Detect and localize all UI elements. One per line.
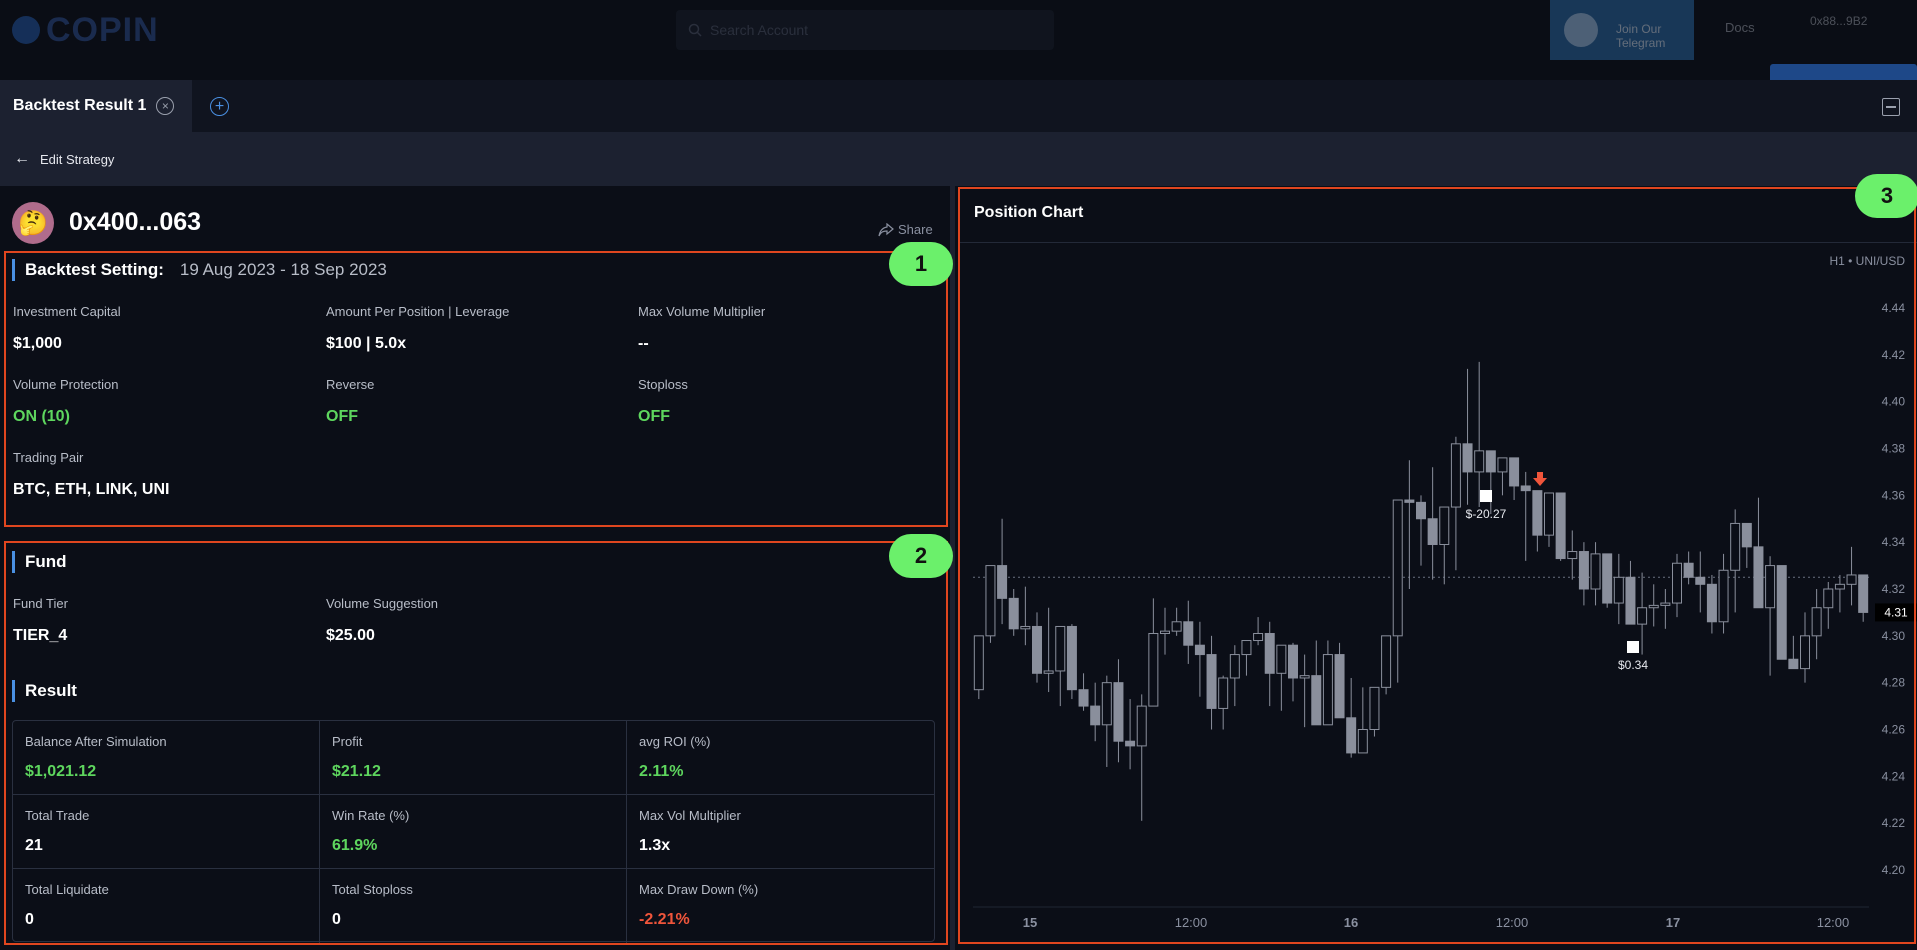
header-action-button [1770, 64, 1917, 80]
result-label: Win Rate (%) [332, 808, 410, 823]
field-reverse: Reverse OFF [326, 377, 374, 426]
search-icon [688, 23, 702, 37]
field-investment-capital: Investment Capital $1,000 [13, 304, 121, 353]
logo-mark-icon [12, 16, 40, 44]
result-cell: Total Stoploss 0 [320, 869, 627, 943]
account-address[interactable]: 0x400...063 [69, 208, 201, 237]
result-cell: Total Liquidate 0 [13, 869, 320, 943]
result-table: Balance After Simulation $1,021.12 Profit… [12, 720, 935, 943]
field-label: Investment Capital [13, 304, 121, 319]
field-value: ON (10) [13, 408, 70, 425]
share-button[interactable]: Share [878, 222, 933, 237]
chart-highlight [958, 187, 1916, 944]
field-label: Stoploss [638, 377, 688, 392]
panel-divider[interactable] [950, 186, 955, 950]
field-value: BTC, ETH, LINK, UNI [13, 481, 170, 498]
close-icon[interactable]: × [156, 97, 175, 115]
badge-1: 1 [889, 242, 953, 286]
badge-2: 2 [889, 534, 953, 578]
field-label: Volume Suggestion [326, 596, 439, 611]
field-fund-tier: Fund Tier TIER_4 [13, 596, 68, 645]
field-label: Max Volume Multiplier [638, 304, 766, 319]
telegram-icon [1564, 13, 1598, 47]
result-value: 21 [25, 837, 43, 854]
fund-title: Fund [25, 552, 67, 571]
field-label: Amount Per Position | Leverage [326, 304, 510, 319]
backtest-setting-title: Backtest Setting: [25, 260, 164, 279]
result-label: avg ROI (%) [639, 734, 711, 749]
telegram-label: Join Our Telegram [1616, 22, 1666, 50]
search-placeholder: Search Account [710, 22, 809, 38]
edit-strategy-bar: ← Edit Strategy [0, 132, 1917, 186]
field-value: OFF [638, 408, 670, 425]
result-cell: Max Vol Multiplier 1.3x [627, 795, 934, 869]
share-label: Share [898, 222, 933, 237]
backtest-setting-header: Backtest Setting: 19 Aug 2023 - 18 Sep 2… [12, 259, 387, 281]
result-value: 1.3x [639, 837, 671, 854]
field-stoploss: Stoploss OFF [638, 377, 688, 426]
copin-logo: COPIN [12, 10, 159, 49]
result-cell: avg ROI (%) 2.11% [627, 721, 934, 795]
field-value: $1,000 [13, 335, 62, 352]
telegram-button: Join Our Telegram [1550, 0, 1694, 60]
logo-text: COPIN [46, 10, 159, 49]
result-value: $21.12 [332, 763, 381, 780]
tab-bar: Backtest Result 1 × + [0, 80, 1917, 132]
result-label: Profit [332, 734, 363, 749]
minimize-icon[interactable] [1882, 98, 1900, 116]
field-label: Reverse [326, 377, 375, 392]
field-label: Fund Tier [13, 596, 68, 611]
result-cell: Profit $21.12 [320, 721, 627, 795]
result-label: Total Stoploss [332, 882, 413, 897]
account-label: 0x88...9B2 [1810, 14, 1868, 28]
result-cell: Total Trade 21 [13, 795, 320, 869]
result-label: Max Vol Multiplier [639, 808, 741, 823]
back-arrow-icon[interactable]: ← [14, 150, 30, 168]
avatar: 🤔 [12, 202, 54, 244]
field-max-volume-multiplier: Max Volume Multiplier -- [638, 304, 765, 353]
nav-docs: Docs [1725, 20, 1755, 35]
result-label: Total Trade [25, 808, 90, 823]
share-icon [878, 222, 894, 236]
field-label: Volume Protection [13, 377, 119, 392]
app-header-background: COPIN Search Account Join Our Telegram D… [0, 0, 1917, 80]
result-label: Total Liquidate [25, 882, 109, 897]
result-value: 61.9% [332, 837, 378, 854]
field-value: $100 | 5.0x [326, 335, 407, 352]
field-trading-pair: Trading Pair BTC, ETH, LINK, UNI [13, 450, 169, 499]
result-value: 2.11% [639, 763, 684, 780]
search-input: Search Account [676, 10, 1054, 50]
field-label: Trading Pair [13, 450, 84, 465]
result-cell: Max Draw Down (%) -2.21% [627, 869, 934, 943]
field-value: -- [638, 335, 649, 352]
field-value: OFF [326, 408, 358, 425]
result-cell: Win Rate (%) 61.9% [320, 795, 627, 869]
backtest-date-range: 19 Aug 2023 - 18 Sep 2023 [179, 260, 387, 279]
tab-label: Backtest Result 1 [13, 97, 147, 114]
field-value: TIER_4 [13, 627, 68, 644]
result-title: Result [25, 681, 77, 700]
section-accent-bar [12, 259, 15, 281]
field-volume-suggestion: Volume Suggestion $25.00 [326, 596, 438, 645]
result-value: -2.21% [639, 911, 690, 928]
tab-backtest-result-1[interactable]: Backtest Result 1 × [0, 80, 192, 132]
edit-strategy-button[interactable]: Edit Strategy [40, 152, 114, 167]
result-header: Result [12, 680, 77, 702]
field-value: $25.00 [326, 627, 375, 644]
result-value: 0 [25, 911, 34, 928]
add-tab-icon[interactable]: + [210, 97, 229, 116]
result-value: 0 [332, 911, 341, 928]
section-accent-bar [12, 680, 15, 702]
result-value: $1,021.12 [25, 763, 97, 780]
field-volume-protection: Volume Protection ON (10) [13, 377, 119, 426]
result-label: Max Draw Down (%) [639, 882, 759, 897]
result-cell: Balance After Simulation $1,021.12 [13, 721, 320, 795]
result-label: Balance After Simulation [25, 734, 167, 749]
fund-header: Fund [12, 551, 67, 573]
badge-3: 3 [1855, 174, 1917, 218]
field-amount-per-position: Amount Per Position | Leverage $100 | 5.… [326, 304, 509, 353]
section-accent-bar [12, 551, 15, 573]
